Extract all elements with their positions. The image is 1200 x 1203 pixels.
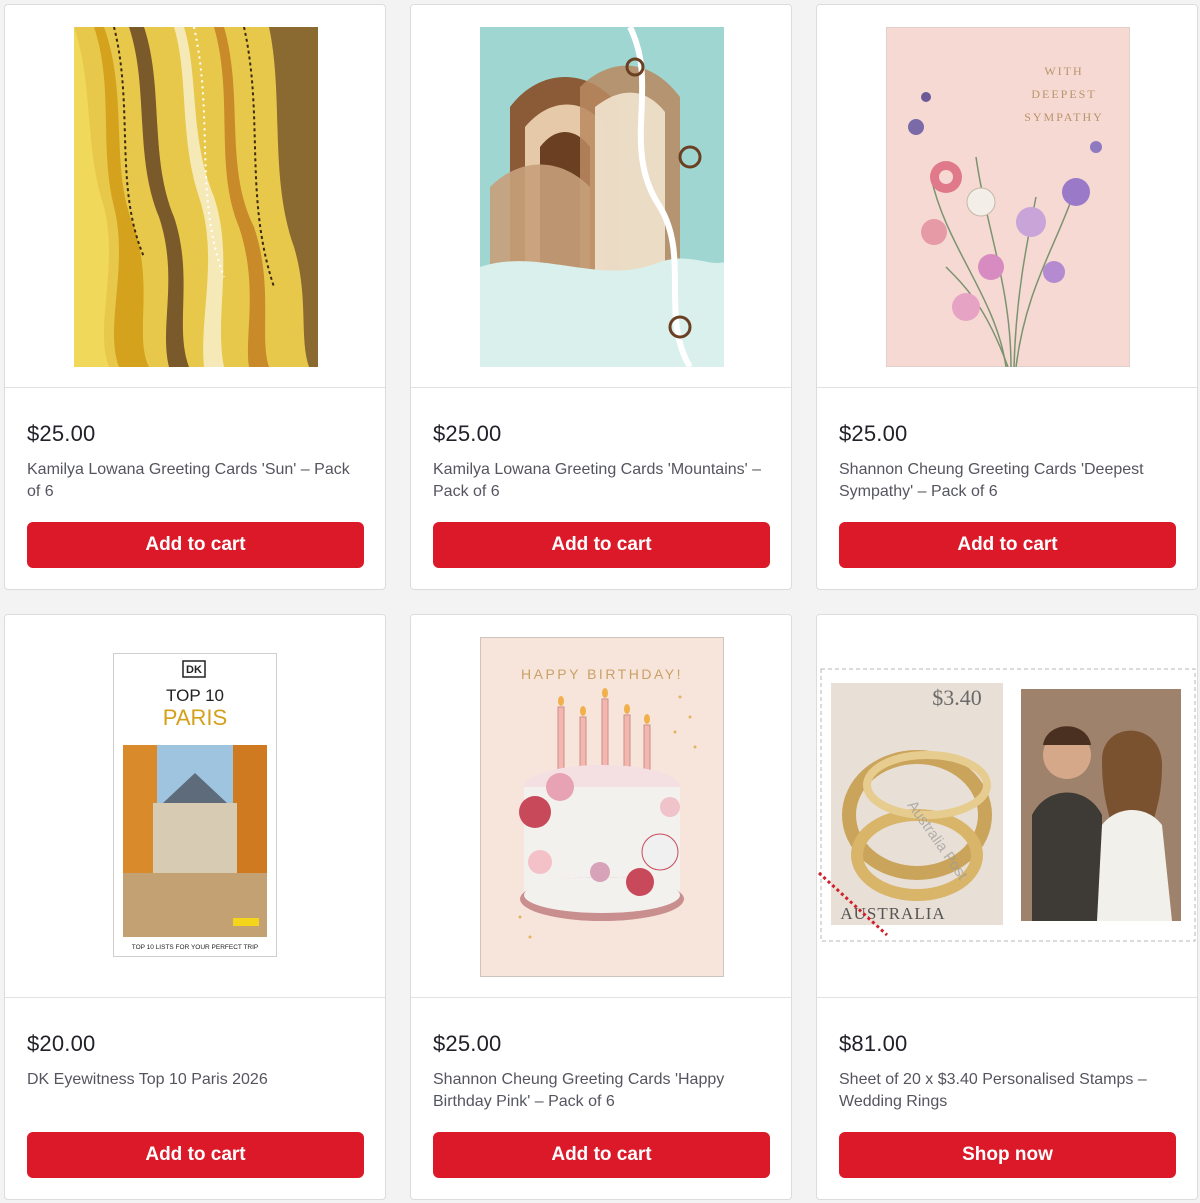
product-title[interactable]: DK Eyewitness Top 10 Paris 2026 bbox=[27, 1069, 367, 1091]
product-image-link[interactable]: $3.40 AUSTRALIA Australia Post bbox=[817, 615, 1197, 998]
product-price: $25.00 bbox=[433, 1031, 502, 1056]
image-text-deepest: DEEPEST bbox=[1031, 87, 1096, 101]
product-title[interactable]: Kamilya Lowana Greeting Cards 'Sun' – Pa… bbox=[27, 459, 367, 503]
product-price: $20.00 bbox=[27, 1031, 96, 1056]
product-price: $25.00 bbox=[433, 421, 502, 446]
product-image-wedding-stamps: $3.40 AUSTRALIA Australia Post bbox=[817, 668, 1196, 942]
add-to-cart-button[interactable]: Add to cart bbox=[27, 522, 364, 568]
product-grid: $25.00 Kamilya Lowana Greeting Cards 'Su… bbox=[0, 0, 1200, 1203]
product-card: $25.00 Kamilya Lowana Greeting Cards 'Mo… bbox=[410, 4, 792, 590]
image-text-with: WITH bbox=[1044, 64, 1083, 78]
product-title[interactable]: Shannon Cheung Greeting Cards 'Happy Bir… bbox=[433, 1069, 773, 1113]
product-image-link[interactable]: WITH DEEPEST SYMPATHY bbox=[817, 5, 1197, 388]
product-price: $25.00 bbox=[839, 421, 908, 446]
product-image-mountains-card bbox=[480, 27, 724, 367]
product-image-birthday-card: HAPPY BIRTHDAY! bbox=[480, 637, 724, 977]
image-text-top10: TOP 10 bbox=[166, 686, 224, 705]
product-image-paris-book: DK TOP 10 PARIS 2026 TOP 10 LISTS FOR YO… bbox=[113, 653, 277, 957]
image-text-tagline: TOP 10 LISTS FOR YOUR PERFECT TRIP bbox=[132, 944, 259, 951]
product-title[interactable]: Sheet of 20 x $3.40 Personalised Stamps … bbox=[839, 1069, 1179, 1113]
product-image-sun-card bbox=[74, 27, 318, 367]
image-text-happy-birthday: HAPPY BIRTHDAY! bbox=[521, 666, 683, 682]
product-image-link[interactable] bbox=[5, 5, 385, 388]
add-to-cart-button[interactable]: Add to cart bbox=[27, 1132, 364, 1178]
product-card: DK TOP 10 PARIS 2026 TOP 10 LISTS FOR YO… bbox=[4, 614, 386, 1200]
image-text-paris: PARIS bbox=[163, 705, 227, 730]
product-image-link[interactable]: DK TOP 10 PARIS 2026 TOP 10 LISTS FOR YO… bbox=[5, 615, 385, 998]
add-to-cart-button[interactable]: Add to cart bbox=[433, 522, 770, 568]
product-price: $81.00 bbox=[839, 1031, 908, 1056]
product-title[interactable]: Shannon Cheung Greeting Cards 'Deepest S… bbox=[839, 459, 1179, 503]
product-image-sympathy-card: WITH DEEPEST SYMPATHY bbox=[886, 27, 1130, 367]
product-price: $25.00 bbox=[27, 421, 96, 446]
product-card: $3.40 AUSTRALIA Australia Post $81.00 Sh… bbox=[816, 614, 1198, 1200]
add-to-cart-button[interactable]: Add to cart bbox=[839, 522, 1176, 568]
product-card: HAPPY BIRTHDAY! $25.00 Shannon Cheung Gr… bbox=[410, 614, 792, 1200]
image-text-stamp-value: $3.40 bbox=[932, 685, 982, 710]
product-image-link[interactable]: HAPPY BIRTHDAY! bbox=[411, 615, 791, 998]
product-card: $25.00 Kamilya Lowana Greeting Cards 'Su… bbox=[4, 4, 386, 590]
product-title[interactable]: Kamilya Lowana Greeting Cards 'Mountains… bbox=[433, 459, 773, 503]
add-to-cart-button[interactable]: Add to cart bbox=[433, 1132, 770, 1178]
image-text-dk: DK bbox=[186, 664, 202, 676]
product-image-link[interactable] bbox=[411, 5, 791, 388]
product-card: WITH DEEPEST SYMPATHY $25.00 Shannon Che… bbox=[816, 4, 1198, 590]
shop-now-button[interactable]: Shop now bbox=[839, 1132, 1176, 1178]
image-text-sympathy: SYMPATHY bbox=[1024, 110, 1104, 124]
